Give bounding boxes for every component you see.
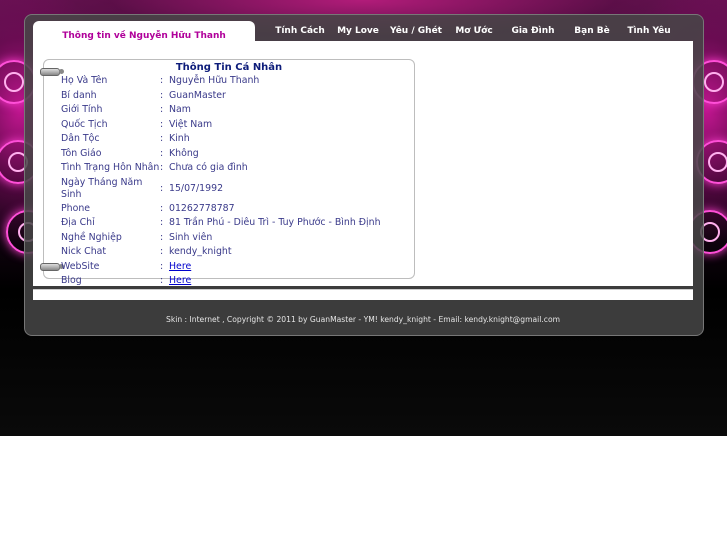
info-value: GuanMaster — [169, 90, 226, 101]
info-label: Ngày Tháng Năm Sinh — [61, 177, 143, 200]
tab-ban-be[interactable]: Bạn Bè — [565, 20, 619, 42]
info-value: 15/07/1992 — [169, 183, 224, 194]
info-colon: : — [160, 183, 164, 194]
info-label: Nghề Nghiệp — [61, 232, 122, 243]
info-colon: : — [160, 246, 164, 257]
title-tab-label: Thông tin về Nguyễn Hữu Thanh — [62, 31, 226, 41]
info-value: Sinh viên — [169, 232, 213, 243]
info-colon: : — [160, 162, 164, 173]
info-colon: : — [160, 275, 164, 286]
info-value: Kinh — [169, 133, 190, 144]
info-label: Quốc Tịch — [61, 119, 108, 130]
tab-yeu-ghet[interactable]: Yêu / Ghét — [385, 20, 447, 42]
tab-tinh-cach[interactable]: Tính Cách — [269, 20, 331, 42]
tab-tinh-yeu[interactable]: Tình Yêu — [619, 20, 679, 42]
info-value: Here — [169, 275, 191, 286]
footer: Skin : Internet , Copyright © 2011 by Gu… — [24, 300, 702, 334]
content-bottom-strip — [33, 289, 693, 300]
info-label: Phone — [61, 203, 91, 214]
info-colon: : — [160, 203, 164, 214]
clip-icon — [40, 263, 64, 271]
info-label: WebSite — [61, 261, 100, 272]
tab-my-love[interactable]: My Love — [331, 20, 385, 42]
info-value: Here — [169, 261, 191, 272]
info-label: Bí danh — [61, 90, 97, 101]
tab-mo-uoc[interactable]: Mơ Ước — [447, 20, 501, 42]
website-link[interactable]: Here — [169, 261, 191, 272]
info-label: Giới Tính — [61, 104, 103, 115]
info-label: Blog — [61, 275, 82, 286]
info-label: Họ Và Tên — [61, 75, 108, 86]
info-box-title: Thông Tin Cá Nhân — [175, 62, 283, 73]
info-colon: : — [160, 148, 164, 159]
footer-copyright: Skin : Internet , Copyright © 2011 by Gu… — [166, 315, 560, 324]
info-colon: : — [160, 232, 164, 243]
blog-link[interactable]: Here — [169, 275, 191, 286]
info-value: kendy_knight — [169, 246, 232, 257]
info-value: Nguyễn Hữu Thanh — [169, 75, 260, 86]
info-colon: : — [160, 261, 164, 272]
info-value: 01262778787 — [169, 203, 235, 214]
info-value: Không — [169, 148, 199, 159]
content-panel: Thông Tin Cá Nhân Họ Và Tên : Nguyễn Hữu… — [33, 41, 693, 286]
tab-gia-dinh[interactable]: Gia Đình — [501, 20, 565, 42]
info-colon: : — [160, 75, 164, 86]
info-label: Dân Tộc — [61, 133, 100, 144]
info-value: Việt Nam — [169, 119, 213, 130]
info-colon: : — [160, 133, 164, 144]
info-value: Nam — [169, 104, 191, 115]
info-colon: : — [160, 90, 164, 101]
info-label: Tình Trạng Hôn Nhân — [61, 162, 160, 173]
info-label: Địa Chỉ — [61, 217, 95, 228]
clip-icon — [40, 68, 64, 76]
info-colon: : — [160, 119, 164, 130]
nav-bar: Tính Cách My Love Yêu / Ghét Mơ Ước Gia … — [257, 20, 693, 42]
info-colon: : — [160, 217, 164, 228]
info-value: Chưa có gia đình — [169, 162, 248, 173]
info-label: Tôn Giáo — [61, 148, 102, 159]
info-value: 81 Trần Phú - Diêu Trì - Tuy Phước - Bìn… — [169, 217, 381, 228]
info-label: Nick Chat — [61, 246, 107, 257]
info-colon: : — [160, 104, 164, 115]
personal-info-box: Thông Tin Cá Nhân Họ Và Tên : Nguyễn Hữu… — [40, 59, 415, 286]
